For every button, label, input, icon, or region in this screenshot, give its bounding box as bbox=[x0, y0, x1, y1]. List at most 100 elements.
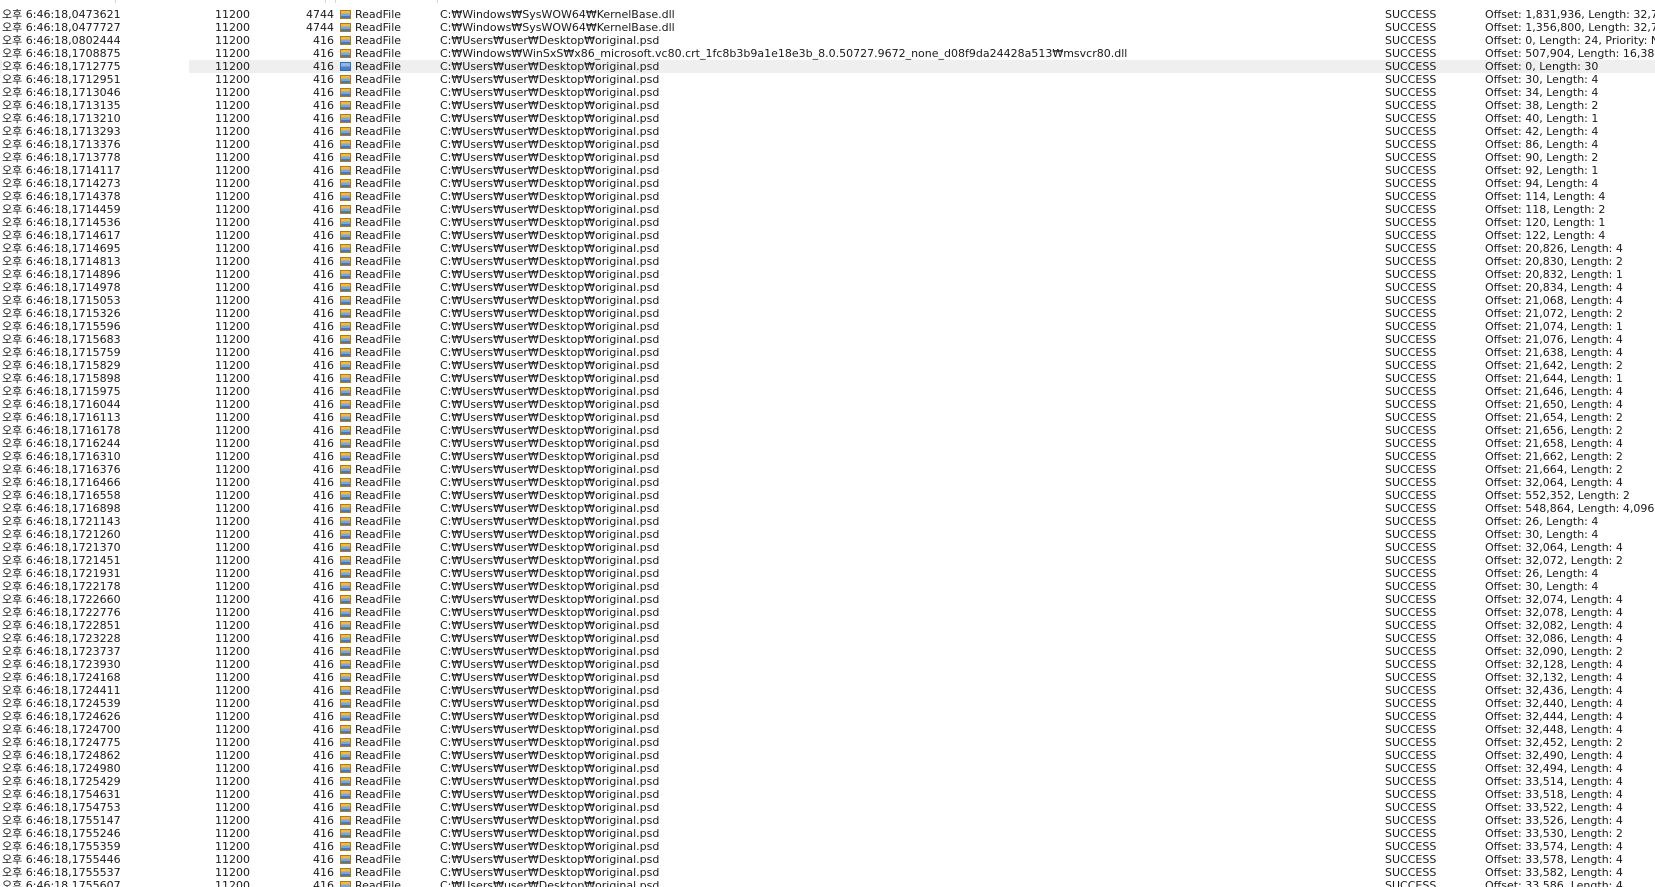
event-row[interactable]: 오후 6:46:18,1716466 11200 416 ReadFile C:₩Use… bbox=[0, 476, 1655, 489]
event-row[interactable]: 오후 6:46:18,1755537 11200 416 ReadFile C:₩Use… bbox=[0, 866, 1655, 879]
event-row[interactable]: 오후 6:46:18,1715326 11200 416 ReadFile C:₩Use… bbox=[0, 307, 1655, 320]
tid-cell: 416 bbox=[313, 398, 334, 411]
operation-cell: ReadFile bbox=[340, 8, 440, 21]
path-cell: C:₩Users₩user₩Desktop₩original.psd bbox=[440, 255, 660, 268]
pid-cell: 11200 bbox=[215, 242, 250, 255]
event-row[interactable]: 오후 6:46:18,1725429 11200 416 ReadFile C:₩Use… bbox=[0, 775, 1655, 788]
event-row[interactable]: 오후 6:46:18,1714896 11200 416 ReadFile C:₩Use… bbox=[0, 268, 1655, 281]
event-row[interactable]: 오후 6:46:18,1721143 11200 416 ReadFile C:₩Use… bbox=[0, 515, 1655, 528]
operation-cell: ReadFile bbox=[340, 164, 440, 177]
event-row[interactable]: 오후 6:46:18,1723737 11200 416 ReadFile C:₩Use… bbox=[0, 645, 1655, 658]
event-row[interactable]: 오후 6:46:18,1722851 11200 416 ReadFile C:₩Use… bbox=[0, 619, 1655, 632]
event-row[interactable]: 오후 6:46:18,1755147 11200 416 ReadFile C:₩Use… bbox=[0, 814, 1655, 827]
event-row[interactable]: 오후 6:46:18,1708875 11200 416 ReadFile C:₩Win… bbox=[0, 47, 1655, 60]
event-row[interactable]: 오후 6:46:18,1716898 11200 416 ReadFile C:₩Use… bbox=[0, 502, 1655, 515]
time-of-day-cell: 오후 6:46:18,0473621 bbox=[2, 8, 189, 21]
event-row[interactable]: 오후 6:46:18,1754631 11200 416 ReadFile C:₩Use… bbox=[0, 788, 1655, 801]
event-row[interactable]: 오후 6:46:18,0473621 11200 4744 ReadFile C:₩Wi… bbox=[0, 8, 1655, 21]
event-row[interactable]: 오후 6:46:18,1713135 11200 416 ReadFile C:₩Use… bbox=[0, 99, 1655, 112]
event-row[interactable]: 오후 6:46:18,1721931 11200 416 ReadFile C:₩Use… bbox=[0, 567, 1655, 580]
time-of-day-cell: 오후 6:46:18,1714273 bbox=[2, 177, 189, 190]
time-value: 6:46:18,1714459 bbox=[25, 203, 121, 216]
event-row[interactable]: 오후 6:46:18,1722776 11200 416 ReadFile C:₩Use… bbox=[0, 606, 1655, 619]
time-value: 6:46:18,1714536 bbox=[25, 216, 121, 229]
event-row[interactable]: 오후 6:46:18,1713293 11200 416 ReadFile C:₩Use… bbox=[0, 125, 1655, 138]
event-row[interactable]: 오후 6:46:18,1716178 11200 416 ReadFile C:₩Use… bbox=[0, 424, 1655, 437]
tid-cell: 416 bbox=[313, 658, 334, 671]
ampm-label: 오후 bbox=[2, 645, 23, 658]
result-cell: SUCCESS bbox=[1385, 398, 1437, 411]
event-row[interactable]: 오후 6:46:18,1716310 11200 416 ReadFile C:₩Use… bbox=[0, 450, 1655, 463]
event-row[interactable]: 오후 6:46:18,1713376 11200 416 ReadFile C:₩Use… bbox=[0, 138, 1655, 151]
column-divider[interactable] bbox=[115, 0, 116, 3]
event-row[interactable]: 오후 6:46:18,1724980 11200 416 ReadFile C:₩Use… bbox=[0, 762, 1655, 775]
event-row[interactable]: 오후 6:46:18,1724700 11200 416 ReadFile C:₩Use… bbox=[0, 723, 1655, 736]
pid-cell: 11200 bbox=[215, 463, 250, 476]
event-row[interactable]: 오후 6:46:18,1715898 11200 416 ReadFile C:₩Use… bbox=[0, 372, 1655, 385]
path-cell: C:₩Users₩user₩Desktop₩original.psd bbox=[440, 73, 660, 86]
result-cell: SUCCESS bbox=[1385, 541, 1437, 554]
ampm-label: 오후 bbox=[2, 541, 23, 554]
event-row[interactable]: 오후 6:46:18,1714978 11200 416 ReadFile C:₩Use… bbox=[0, 281, 1655, 294]
event-row[interactable]: 오후 6:46:18,1714536 11200 416 ReadFile C:₩Use… bbox=[0, 216, 1655, 229]
event-row[interactable]: 오후 6:46:18,1712775 11200 416 ReadFile C:₩Use… bbox=[0, 60, 1655, 73]
column-divider[interactable] bbox=[335, 0, 336, 3]
path-cell: C:₩Users₩user₩Desktop₩original.psd bbox=[440, 528, 660, 541]
event-row[interactable]: 오후 6:46:18,1714459 11200 416 ReadFile C:₩Use… bbox=[0, 203, 1655, 216]
event-row[interactable]: 오후 6:46:18,1722660 11200 416 ReadFile C:₩Use… bbox=[0, 593, 1655, 606]
event-row[interactable]: 오후 6:46:18,1755607 11200 416 ReadFile C:₩Use… bbox=[0, 879, 1655, 887]
event-row[interactable]: 오후 6:46:18,1713210 11200 416 ReadFile C:₩Use… bbox=[0, 112, 1655, 125]
event-row[interactable]: 오후 6:46:18,1724626 11200 416 ReadFile C:₩Use… bbox=[0, 710, 1655, 723]
column-divider[interactable] bbox=[325, 0, 326, 3]
event-row[interactable]: 오후 6:46:18,1714117 11200 416 ReadFile C:₩Use… bbox=[0, 164, 1655, 177]
event-row[interactable]: 오후 6:46:18,1714813 11200 416 ReadFile C:₩Use… bbox=[0, 255, 1655, 268]
event-row[interactable]: 오후 6:46:18,1712951 11200 416 ReadFile C:₩Use… bbox=[0, 73, 1655, 86]
event-row[interactable]: 오후 6:46:18,1755446 11200 416 ReadFile C:₩Use… bbox=[0, 853, 1655, 866]
event-row[interactable]: 오후 6:46:18,1755246 11200 416 ReadFile C:₩Use… bbox=[0, 827, 1655, 840]
time-of-day-cell: 오후 6:46:18,1755607 bbox=[2, 879, 189, 887]
event-row[interactable]: 오후 6:46:18,1714695 11200 416 ReadFile C:₩Use… bbox=[0, 242, 1655, 255]
event-row[interactable]: 오후 6:46:18,1716113 11200 416 ReadFile C:₩Use… bbox=[0, 411, 1655, 424]
event-row[interactable]: 오후 6:46:18,1714378 11200 416 ReadFile C:₩Use… bbox=[0, 190, 1655, 203]
event-row[interactable]: 오후 6:46:18,1724411 11200 416 ReadFile C:₩Use… bbox=[0, 684, 1655, 697]
event-row[interactable]: 오후 6:46:18,1713778 11200 416 ReadFile C:₩Use… bbox=[0, 151, 1655, 164]
event-row[interactable]: 오후 6:46:18,1713046 11200 416 ReadFile C:₩Use… bbox=[0, 86, 1655, 99]
event-row[interactable]: 오후 6:46:18,1716044 11200 416 ReadFile C:₩Use… bbox=[0, 398, 1655, 411]
event-row[interactable]: 오후 6:46:18,1724168 11200 416 ReadFile C:₩Use… bbox=[0, 671, 1655, 684]
event-row[interactable]: 오후 6:46:18,1714273 11200 416 ReadFile C:₩Use… bbox=[0, 177, 1655, 190]
event-row[interactable]: 오후 6:46:18,1715596 11200 416 ReadFile C:₩Use… bbox=[0, 320, 1655, 333]
event-row[interactable]: 오후 6:46:18,1724862 11200 416 ReadFile C:₩Use… bbox=[0, 749, 1655, 762]
event-row[interactable]: 오후 6:46:18,0802444 11200 416 ReadFile C:₩Use… bbox=[0, 34, 1655, 47]
event-row[interactable]: 오후 6:46:18,1723930 11200 416 ReadFile C:₩Use… bbox=[0, 658, 1655, 671]
event-row[interactable]: 오후 6:46:18,1724539 11200 416 ReadFile C:₩Use… bbox=[0, 697, 1655, 710]
file-system-icon bbox=[340, 296, 351, 305]
column-divider[interactable] bbox=[437, 0, 438, 3]
event-row[interactable]: 오후 6:46:18,1716376 11200 416 ReadFile C:₩Use… bbox=[0, 463, 1655, 476]
result-cell: SUCCESS bbox=[1385, 606, 1437, 619]
event-row[interactable]: 오후 6:46:18,1714617 11200 416 ReadFile C:₩Use… bbox=[0, 229, 1655, 242]
operation-cell: ReadFile bbox=[340, 281, 440, 294]
event-row[interactable]: 오후 6:46:18,1715975 11200 416 ReadFile C:₩Use… bbox=[0, 385, 1655, 398]
event-row[interactable]: 오후 6:46:18,1724775 11200 416 ReadFile C:₩Use… bbox=[0, 736, 1655, 749]
event-row[interactable]: 오후 6:46:18,1716558 11200 416 ReadFile C:₩Use… bbox=[0, 489, 1655, 502]
event-row[interactable]: 오후 6:46:18,1722178 11200 416 ReadFile C:₩Use… bbox=[0, 580, 1655, 593]
pid-cell: 11200 bbox=[215, 697, 250, 710]
event-row[interactable]: 오후 6:46:18,1723228 11200 416 ReadFile C:₩Use… bbox=[0, 632, 1655, 645]
event-row[interactable]: 오후 6:46:18,1721260 11200 416 ReadFile C:₩Use… bbox=[0, 528, 1655, 541]
operation-cell: ReadFile bbox=[340, 749, 440, 762]
file-system-icon bbox=[340, 127, 351, 136]
event-row[interactable]: 오후 6:46:18,0477727 11200 4744 ReadFile C:₩Wi… bbox=[0, 21, 1655, 34]
event-row[interactable]: 오후 6:46:18,1755359 11200 416 ReadFile C:₩Use… bbox=[0, 840, 1655, 853]
file-system-icon bbox=[340, 842, 351, 851]
event-row[interactable]: 오후 6:46:18,1715683 11200 416 ReadFile C:₩Use… bbox=[0, 333, 1655, 346]
event-row[interactable]: 오후 6:46:18,1715829 11200 416 ReadFile C:₩Use… bbox=[0, 359, 1655, 372]
event-row[interactable]: 오후 6:46:18,1715053 11200 416 ReadFile C:₩Use… bbox=[0, 294, 1655, 307]
event-row[interactable]: 오후 6:46:18,1721451 11200 416 ReadFile C:₩Use… bbox=[0, 554, 1655, 567]
event-row[interactable]: 오후 6:46:18,1716244 11200 416 ReadFile C:₩Use… bbox=[0, 437, 1655, 450]
detail-cell: Offset: 33,586, Length: 4 bbox=[1485, 879, 1623, 887]
event-row[interactable]: 오후 6:46:18,1754753 11200 416 ReadFile C:₩Use… bbox=[0, 801, 1655, 814]
event-row[interactable]: 오후 6:46:18,1721370 11200 416 ReadFile C:₩Use… bbox=[0, 541, 1655, 554]
event-row[interactable]: 오후 6:46:18,1715759 11200 416 ReadFile C:₩Use… bbox=[0, 346, 1655, 359]
time-of-day-cell: 오후 6:46:18,1716466 bbox=[2, 476, 189, 489]
path-cell: C:₩Users₩user₩Desktop₩original.psd bbox=[440, 359, 660, 372]
